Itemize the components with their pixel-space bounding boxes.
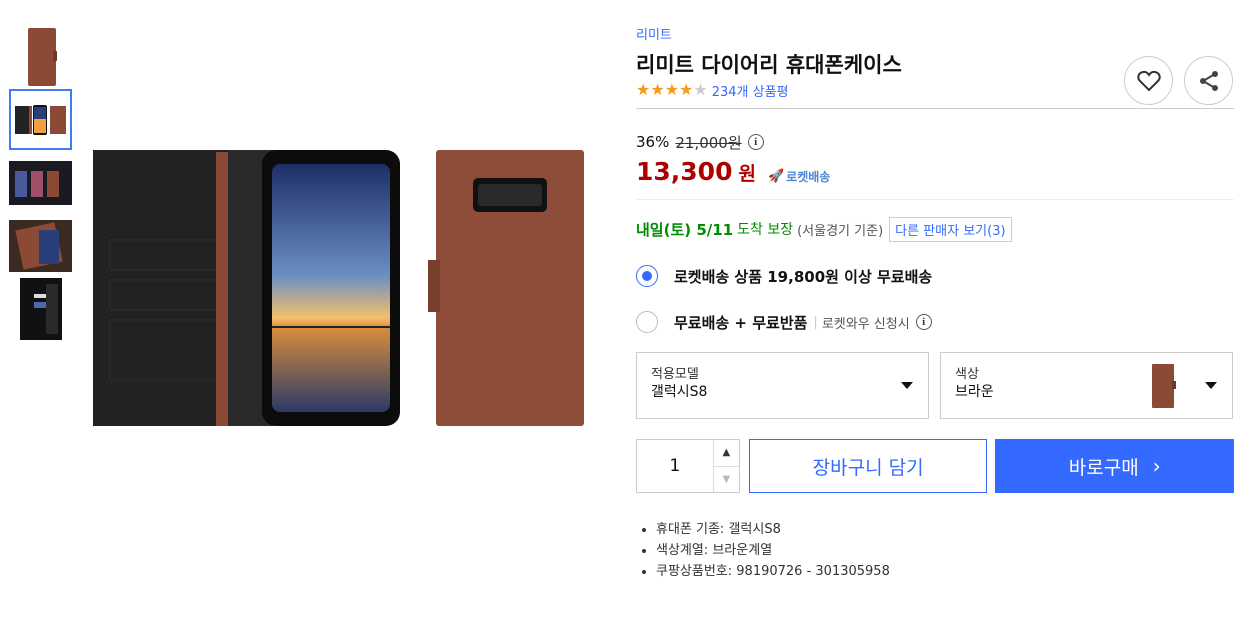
model-select[interactable]: 적용모델 갤럭시S8 [636,352,929,419]
star-empty-icon: ★ [693,80,708,99]
info-icon[interactable]: i [747,134,764,150]
star-icon: ★ [636,80,651,99]
thumbnail-2[interactable] [9,89,72,150]
select-value: 갤럭시S8 [651,384,708,400]
quantity-up-icon[interactable]: ▲ [714,440,739,466]
other-sellers-button[interactable]: 다른 판매자 보기(3) [889,216,1012,242]
option-sub: | 로켓와우 신청시 i [813,313,932,332]
shipping-option-free-return[interactable]: 무료배송 + 무료반품 | 로켓와우 신청시 i [636,310,1234,334]
color-swatch-image [1140,360,1188,412]
purchase-row: 1 ▲ ▼ 장바구니 담기 바로구매 › [636,439,1235,493]
review-count-link[interactable]: 234개 상품평 [712,81,789,100]
price-unit: 원 [738,163,756,185]
share-icon [1199,70,1218,91]
delivery-guarantee: 도착 보장 [737,222,794,238]
product-essentials: 휴대폰 기종: 갤럭시S8 색상계열: 브라운계열 쿠팡상품번호: 981907… [636,519,1234,582]
option-selects: 적용모델 갤럭시S8 색상 브라운 [636,352,1234,419]
buy-now-button[interactable]: 바로구매 › [995,439,1235,493]
info-icon[interactable]: i [915,314,932,330]
divider [636,108,1234,109]
thumbnail-5[interactable] [9,277,72,340]
divider [636,199,1234,200]
quantity-input[interactable]: 1 [637,440,714,492]
star-icon: ★ [664,80,680,99]
star-rating[interactable]: ★ ★ ★ ★ ★ [636,82,708,98]
star-icon: ★ [679,80,694,99]
brand-link[interactable]: 리미트 [636,26,672,46]
wishlist-button[interactable] [1124,56,1173,105]
share-button[interactable] [1184,56,1233,105]
option-label: 무료배송 + 무료반품 [674,313,808,332]
add-to-cart-button[interactable]: 장바구니 담기 [748,439,988,493]
thumbnail-4[interactable] [9,215,72,276]
shipping-option-rocket[interactable]: 로켓배송 상품 19,800원 이상 무료배송 [636,264,1234,288]
caret-down-icon [901,382,913,389]
discount-row: 36% 21,000원 i [636,133,1234,152]
product-info-panel: 리미트 리미트 다이어리 휴대폰케이스 ★ ★ ★ ★ ★ 234개 상품평 3… [636,24,1235,582]
heart-icon [1136,70,1161,91]
delivery-info: 내일(토) 5/11 도착 보장 (서울경기 기준) 다른 판매자 보기(3) [636,216,1234,242]
original-price: 21,000원 [675,133,742,152]
caret-down-icon [1205,382,1217,389]
quantity-stepper[interactable]: 1 ▲ ▼ [636,439,740,493]
radio-button[interactable] [636,265,658,287]
quantity-down-icon[interactable]: ▼ [713,465,739,493]
option-label: 로켓배송 상품 19,800원 이상 무료배송 [674,267,933,286]
sale-price: 13,300 [636,157,733,186]
option-sub-label: 로켓와우 신청시 [821,316,910,332]
chevron-right-icon: › [1152,454,1161,478]
sale-price-row: 13,300 원 🚀 로켓배송 [636,157,1234,187]
list-item: 쿠팡상품번호: 98190726 - 301305958 [656,561,1234,582]
rocket-label: 로켓배송 [786,170,831,184]
star-icon: ★ [650,80,665,99]
list-item: 색상계열: 브라운계열 [656,540,1234,561]
radio-button[interactable] [636,311,658,333]
color-select[interactable]: 색상 브라운 [940,352,1233,419]
rocket-delivery-badge: 🚀 로켓배송 [768,168,830,185]
thumbnail-1[interactable] [9,26,72,87]
thumbnail-3[interactable] [9,152,72,213]
main-product-image [90,140,590,440]
thumbnail-list [9,26,72,341]
separator: | [813,314,818,330]
select-label: 적용모델 [651,367,699,382]
delivery-date: 내일(토) 5/11 [636,220,734,239]
discount-rate: 36% [636,133,670,151]
list-item: 휴대폰 기종: 갤럭시S8 [656,519,1234,540]
delivery-region: (서울경기 기준) [797,223,884,239]
buy-now-label: 바로구매 [1068,456,1139,479]
rocket-icon: 🚀 [767,169,785,184]
